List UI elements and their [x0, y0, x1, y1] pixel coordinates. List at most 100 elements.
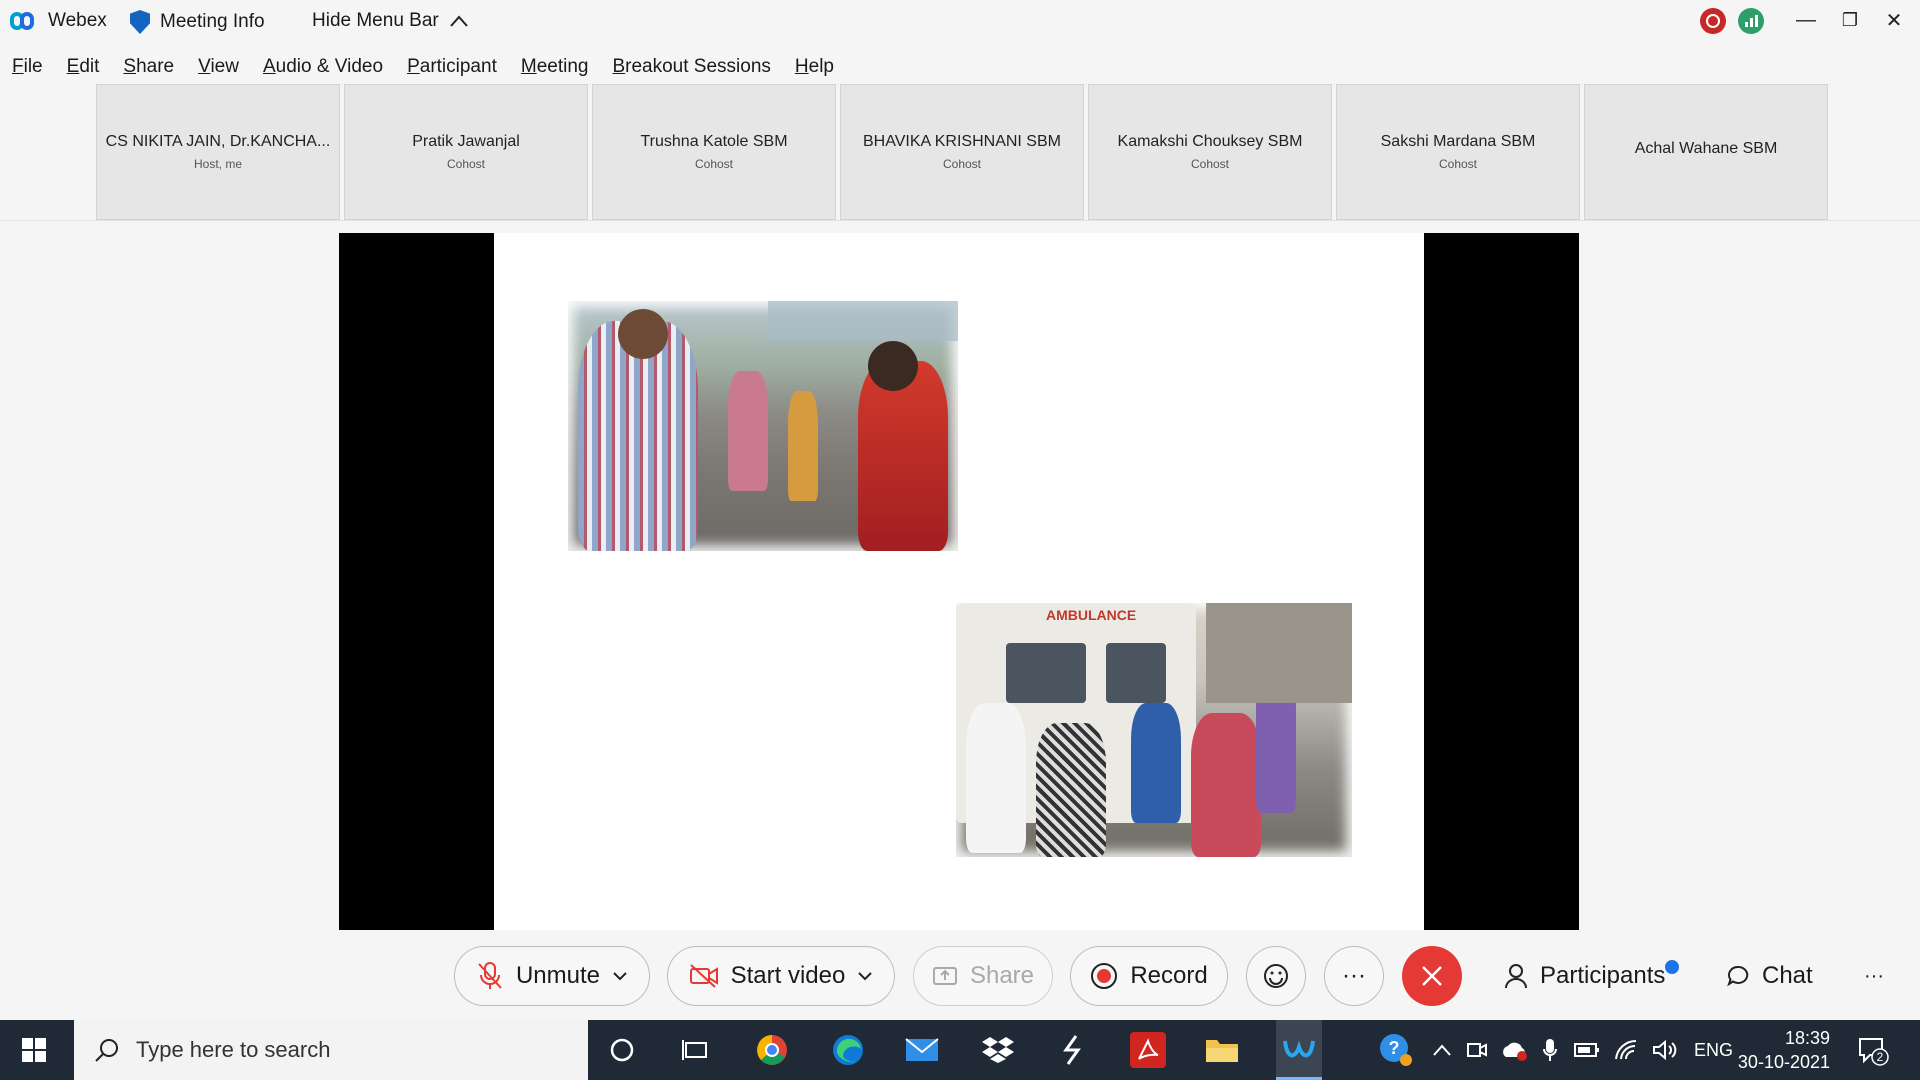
- menu-audio-video[interactable]: Audio & Video: [263, 56, 383, 78]
- participant-name: BHAVIKA KRISHNANI SBM: [863, 133, 1061, 150]
- app-name: Webex: [48, 10, 107, 31]
- help-icon[interactable]: ?: [1378, 1032, 1414, 1068]
- participant-name: Kamakshi Chouksey SBM: [1117, 133, 1303, 150]
- emoji-icon: [1264, 964, 1288, 988]
- menu-help[interactable]: Help: [795, 56, 834, 78]
- content-stage: AMBULANCE: [0, 220, 1920, 931]
- ambulance-text: AMBULANCE: [1046, 607, 1137, 623]
- record-label: Record: [1130, 962, 1208, 989]
- action-center-button[interactable]: 2: [1856, 1020, 1890, 1080]
- sigma-app-icon[interactable]: [1054, 1032, 1090, 1068]
- chevron-down-icon[interactable]: [612, 971, 628, 981]
- participant-name: CS NIKITA JAIN, Dr.KANCHA...: [105, 133, 331, 150]
- menu-edit[interactable]: Edit: [67, 56, 100, 78]
- participants-label: Participants: [1540, 962, 1666, 989]
- menu-participant[interactable]: Participant: [407, 56, 497, 78]
- mail-icon[interactable]: [904, 1032, 940, 1068]
- minimize-button[interactable]: —: [1786, 4, 1826, 36]
- start-video-button[interactable]: Start video: [667, 946, 895, 1006]
- language-indicator[interactable]: ENG: [1694, 1040, 1733, 1061]
- taskbar-search-box[interactable]: Type here to search: [74, 1020, 588, 1080]
- system-tray: ? ENG: [1378, 1020, 1733, 1080]
- participant-tile[interactable]: Trushna Katole SBM Cohost: [592, 84, 836, 220]
- participants-button[interactable]: Participants: [1504, 946, 1680, 1006]
- chevron-up-icon: [449, 15, 468, 27]
- participant-role: Host, me: [193, 157, 242, 171]
- menu-breakout-sessions[interactable]: Breakout Sessions: [612, 56, 770, 78]
- windows-start-icon[interactable]: [22, 1038, 46, 1062]
- camera-off-icon: [689, 964, 718, 988]
- network-stats-icon[interactable]: [1738, 8, 1764, 34]
- recording-indicator-icon[interactable]: [1700, 8, 1726, 34]
- microphone-icon[interactable]: [1542, 1037, 1558, 1063]
- cortana-icon[interactable]: [604, 1032, 640, 1068]
- acrobat-icon[interactable]: [1130, 1032, 1166, 1068]
- system-clock[interactable]: 18:39 30-10-2021: [1730, 1026, 1830, 1074]
- webex-logo-icon: [10, 10, 38, 32]
- wifi-icon[interactable]: [1614, 1039, 1640, 1061]
- onedrive-error-icon[interactable]: [1500, 1039, 1528, 1061]
- hide-menu-bar-label: Hide Menu Bar: [312, 10, 439, 31]
- menu-share[interactable]: Share: [123, 56, 174, 78]
- participant-role: Cohost: [1438, 157, 1478, 171]
- food-distribution-photo: [568, 301, 958, 551]
- participant-tile[interactable]: Sakshi Mardana SBM Cohost: [1336, 84, 1580, 220]
- participant-tile[interactable]: Pratik Jawanjal Cohost: [344, 84, 588, 220]
- close-icon: [1422, 966, 1442, 986]
- task-view-icon[interactable]: [678, 1032, 714, 1068]
- app-title: Webex: [10, 10, 107, 32]
- participant-strip: CS NIKITA JAIN, Dr.KANCHA... Host, me Pr…: [96, 84, 1828, 220]
- chrome-icon[interactable]: [754, 1032, 790, 1068]
- ambulance-photo: AMBULANCE: [956, 603, 1352, 857]
- unmute-button[interactable]: Unmute: [454, 946, 650, 1006]
- chevron-up-icon[interactable]: [1432, 1043, 1452, 1057]
- chevron-down-icon[interactable]: [857, 971, 873, 981]
- participant-role: Cohost: [1190, 157, 1230, 171]
- battery-icon[interactable]: [1574, 1042, 1600, 1058]
- participant-tile[interactable]: BHAVIKA KRISHNANI SBM Cohost: [840, 84, 1084, 220]
- menu-view[interactable]: View: [198, 56, 239, 78]
- participant-tile[interactable]: CS NIKITA JAIN, Dr.KANCHA... Host, me: [96, 84, 340, 220]
- more-options-button[interactable]: ···: [1324, 946, 1384, 1006]
- microphone-muted-icon: [478, 962, 502, 989]
- shared-screen: AMBULANCE: [339, 233, 1579, 931]
- file-explorer-icon[interactable]: [1204, 1032, 1240, 1068]
- reactions-button[interactable]: [1246, 946, 1306, 1006]
- notification-count: 2: [1877, 1050, 1884, 1064]
- notification-dot: [1665, 960, 1680, 974]
- participant-role: Cohost: [942, 157, 982, 171]
- menu-meeting[interactable]: Meeting: [521, 56, 589, 78]
- record-button[interactable]: Record: [1070, 946, 1228, 1006]
- participant-role: Cohost: [446, 157, 486, 171]
- dropbox-icon[interactable]: [980, 1032, 1016, 1068]
- share-button[interactable]: Share: [913, 946, 1053, 1006]
- clock-date: 30-10-2021: [1737, 1052, 1830, 1072]
- hide-menu-bar-button[interactable]: Hide Menu Bar: [312, 10, 469, 32]
- overflow-menu-button[interactable]: ···: [1864, 946, 1884, 1006]
- chat-bubble-icon: [1727, 965, 1749, 987]
- unmute-label: Unmute: [515, 962, 601, 989]
- meeting-info-button[interactable]: Meeting Info: [130, 10, 265, 34]
- restore-button[interactable]: ❐: [1830, 4, 1870, 36]
- menu-file[interactable]: File: [12, 56, 43, 78]
- edge-icon[interactable]: [830, 1032, 866, 1068]
- meet-now-icon[interactable]: [1466, 1038, 1488, 1062]
- presentation-slide: AMBULANCE: [494, 233, 1424, 931]
- meeting-controls: Unmute Start video Share Record ··· Part…: [0, 930, 1920, 1020]
- participant-tile[interactable]: Kamakshi Chouksey SBM Cohost: [1088, 84, 1332, 220]
- chat-label: Chat: [1762, 962, 1813, 989]
- search-icon: [95, 1039, 118, 1062]
- search-placeholder: Type here to search: [136, 1037, 331, 1062]
- webex-taskbar-icon[interactable]: [1276, 1020, 1322, 1080]
- clock-time: 18:39: [1784, 1028, 1830, 1048]
- title-bar: Webex Meeting Info Hide Menu Bar — ❐ ✕: [0, 0, 1920, 44]
- participant-tile[interactable]: Achal Wahane SBM: [1584, 84, 1828, 220]
- record-icon: [1091, 963, 1118, 989]
- chat-button[interactable]: Chat: [1726, 946, 1813, 1006]
- person-icon: [1505, 964, 1527, 989]
- menu-bar: File Edit Share View Audio & Video Parti…: [0, 50, 858, 84]
- speaker-icon[interactable]: [1652, 1039, 1678, 1061]
- close-window-button[interactable]: ✕: [1874, 4, 1914, 36]
- end-meeting-button[interactable]: [1402, 946, 1462, 1006]
- participant-name: Sakshi Mardana SBM: [1380, 133, 1536, 150]
